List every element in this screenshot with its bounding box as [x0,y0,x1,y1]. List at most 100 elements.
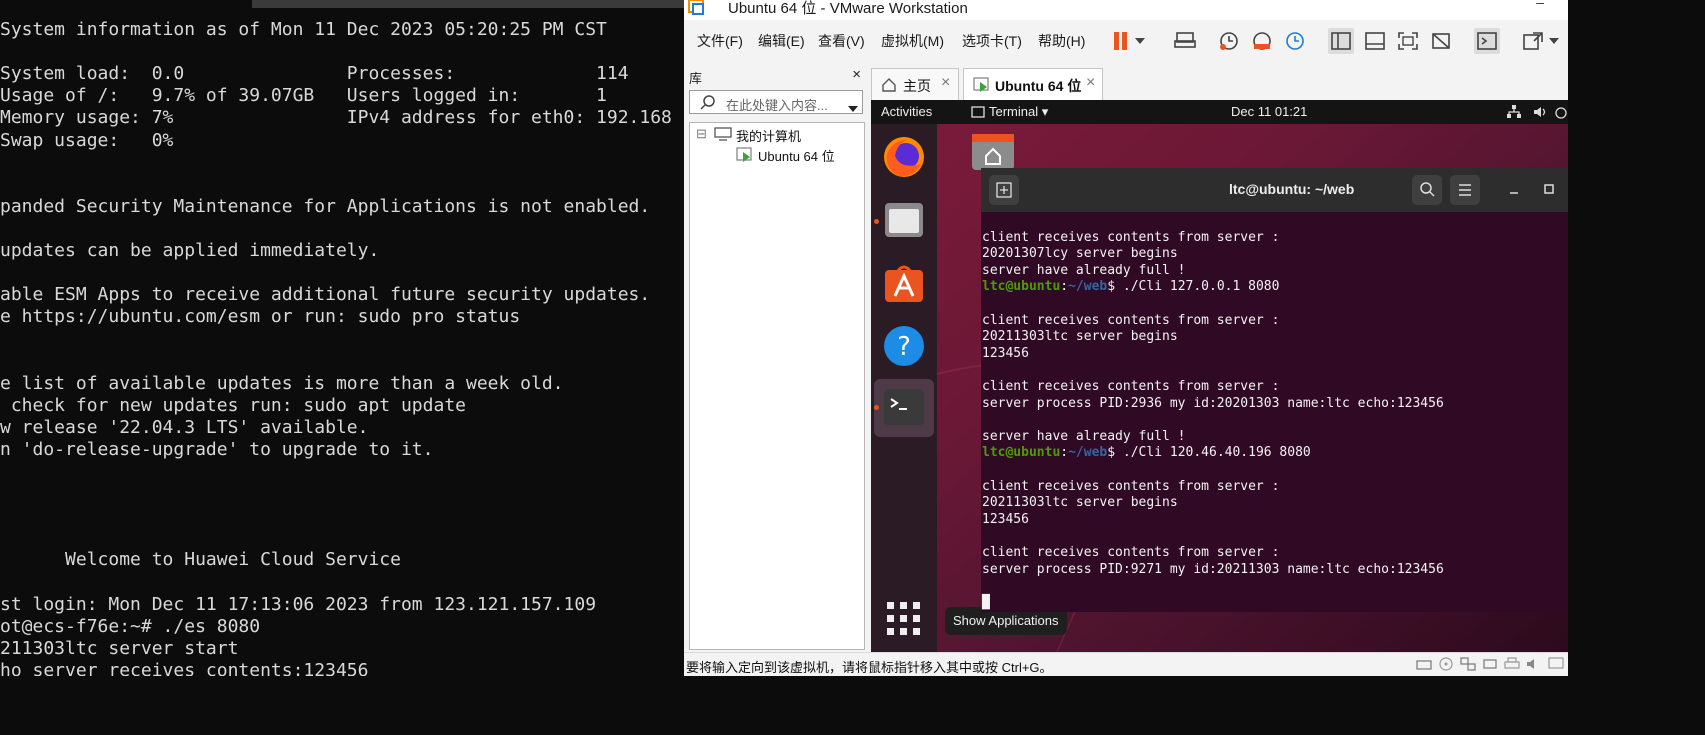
snapshot-icon[interactable] [1216,28,1242,54]
usb-icon[interactable] [1482,657,1498,671]
prompt-path: ~/web [1068,445,1108,461]
pause-icon[interactable] [1108,28,1134,54]
terminal-line: Memory usage: 7% IPv4 address for eth0: … [0,107,672,129]
send-ctrl-alt-del-icon[interactable] [1172,28,1198,54]
library-close-button[interactable]: × [852,66,861,83]
minimize-icon[interactable] [1508,182,1520,201]
terminal-window-title: ltc@ubuntu: ~/web [1229,181,1355,197]
thumbnail-bar-icon[interactable] [1362,28,1388,54]
terminal-icon[interactable] [881,385,927,431]
library-search-input[interactable]: 在此处键入内容... [689,90,863,114]
stretch-dropdown-icon[interactable] [1546,28,1562,54]
power-icon[interactable] [1555,105,1567,122]
terminal-top-edge [252,0,684,8]
revert-snapshot-icon[interactable] [1249,28,1275,54]
output-line: server have already full ! [982,262,1186,278]
prompt-command: $ ./Cli 120.46.40.196 8080 [1107,445,1311,461]
tab-ubuntu[interactable]: Ubuntu 64 位 × [963,68,1103,100]
network-adapter-icon[interactable] [1460,657,1476,671]
prompt-line: ltc@ubuntu:~/web$ ./Cli 127.0.0.1 8080 [982,279,1279,295]
terminal-app-icon [971,106,985,121]
tab-home-label: 主页 [903,78,931,94]
home-folder-icon[interactable] [972,134,1014,170]
terminal-line: Usage of /: 9.7% of 39.07GB Users logged… [0,85,607,107]
tree-item-my-computer[interactable]: 我的计算机 [736,126,801,145]
output-line: █ [982,594,990,610]
tab-ubuntu-label: Ubuntu 64 位 [995,78,1082,94]
vmware-logo-icon [688,0,706,16]
stretch-icon[interactable] [1520,28,1546,54]
terminal-line: System load: 0.0 Processes: 114 [0,63,629,85]
library-tree: ⊟ 我的计算机 Ubuntu 64 位 [689,122,865,650]
running-indicator [874,405,879,410]
tree-collapse-toggle[interactable]: ⊟ [696,126,707,142]
show-library-icon[interactable] [1328,28,1354,54]
tab-ubuntu-close-icon[interactable]: × [1086,74,1095,92]
terminal-line: updates can be applied immediately. [0,240,380,261]
vm-display[interactable]: Activities Terminal ▾ Dec 11 01:21 ? Sho… [871,100,1568,652]
prompt-colon: : [1060,279,1069,295]
tab-home[interactable]: 主页 × [871,68,959,100]
volume-icon[interactable] [1533,105,1549,122]
terminal-line: w release '22.04.3 LTS' available. [0,416,369,438]
prompt-user: ltc@ubuntu [982,279,1061,295]
new-tab-button[interactable] [989,175,1019,205]
terminal-line: check for new updates run: sudo apt upda… [0,394,466,416]
terminal-line: panded Security Maintenance for Applicat… [0,195,651,217]
activities-button[interactable]: Activities [881,104,932,119]
chevron-down-icon[interactable] [848,99,858,117]
vm-running-icon [973,77,991,98]
sound-card-icon[interactable] [1526,657,1542,671]
printer-icon[interactable] [1504,657,1520,671]
minimize-button[interactable]: – [1536,0,1544,10]
tree-item-ubuntu[interactable]: Ubuntu 64 位 [758,146,835,165]
console-view-icon[interactable] [1474,28,1500,54]
snapshot-manager-icon[interactable] [1282,28,1308,54]
terminal-line: n 'do-release-upgrade' to upgrade to it. [0,438,434,460]
vm-tab-bar: 主页 × Ubuntu 64 位 × [871,64,1568,100]
terminal-output[interactable]: client receives contents from server :20… [981,212,1568,612]
menu-view[interactable]: 查看(V) [818,31,865,51]
terminal-line: ho server receives contents:123456 [0,659,369,676]
cd-rom-icon[interactable] [1438,657,1454,671]
prompt-command: $ ./Cli 127.0.0.1 8080 [1107,279,1280,295]
hamburger-menu-button[interactable] [1450,175,1480,205]
firefox-icon[interactable] [881,134,927,180]
ssh-terminal[interactable]: System information as of Mon 11 Dec 2023… [0,0,684,676]
full-screen-icon[interactable] [1395,28,1421,54]
gnome-top-bar: Activities Terminal ▾ Dec 11 01:21 [871,100,1568,124]
menu-help[interactable]: 帮助(H) [1038,31,1085,51]
software-icon[interactable] [881,260,927,306]
dropdown-icon[interactable] [1132,28,1148,54]
gnome-terminal-window[interactable]: ltc@ubuntu: ~/web client receives conten… [981,168,1568,612]
unity-icon[interactable] [1428,28,1454,54]
menu-vm[interactable]: 虚拟机(M) [881,31,944,51]
terminal-line: e list of available updates is more than… [0,372,564,394]
tab-home-close-icon[interactable]: × [941,74,950,92]
output-line: server process PID:2936 my id:20201303 n… [982,395,1444,411]
output-line: server process PID:9271 my id:20211303 n… [982,561,1444,577]
help-icon[interactable]: ? [881,323,927,369]
menu-file[interactable]: 文件(F) [697,31,743,51]
files-icon[interactable] [881,197,927,243]
home-icon [881,77,897,98]
terminal-line: 211303ltc server start [0,637,239,659]
prompt-user: ltc@ubuntu [982,445,1061,461]
display-icon[interactable] [1548,657,1564,671]
menu-tabs[interactable]: 选项卡(T) [962,31,1022,51]
output-line: 20211303ltc server begins [982,329,1178,345]
computer-icon [714,127,732,146]
maximize-icon[interactable] [1543,182,1555,201]
status-message: 要将输入定向到该虚拟机，请将鼠标指针移入其中或按 Ctrl+G。 [686,660,1053,675]
terminal-line: able ESM Apps to receive additional futu… [0,284,651,306]
running-indicator [874,219,879,224]
menu-edit[interactable]: 编辑(E) [758,31,805,51]
network-icon[interactable] [1507,105,1521,122]
hard-disk-icon[interactable] [1416,657,1432,671]
prompt-path: ~/web [1068,279,1108,295]
clock[interactable]: Dec 11 01:21 [1231,104,1307,119]
app-menu-terminal[interactable]: Terminal ▾ [989,104,1048,120]
search-button[interactable] [1412,175,1442,205]
status-bar: 要将输入定向到该虚拟机，请将鼠标指针移入其中或按 Ctrl+G。 [684,652,1568,676]
show-applications-icon[interactable] [881,596,927,642]
